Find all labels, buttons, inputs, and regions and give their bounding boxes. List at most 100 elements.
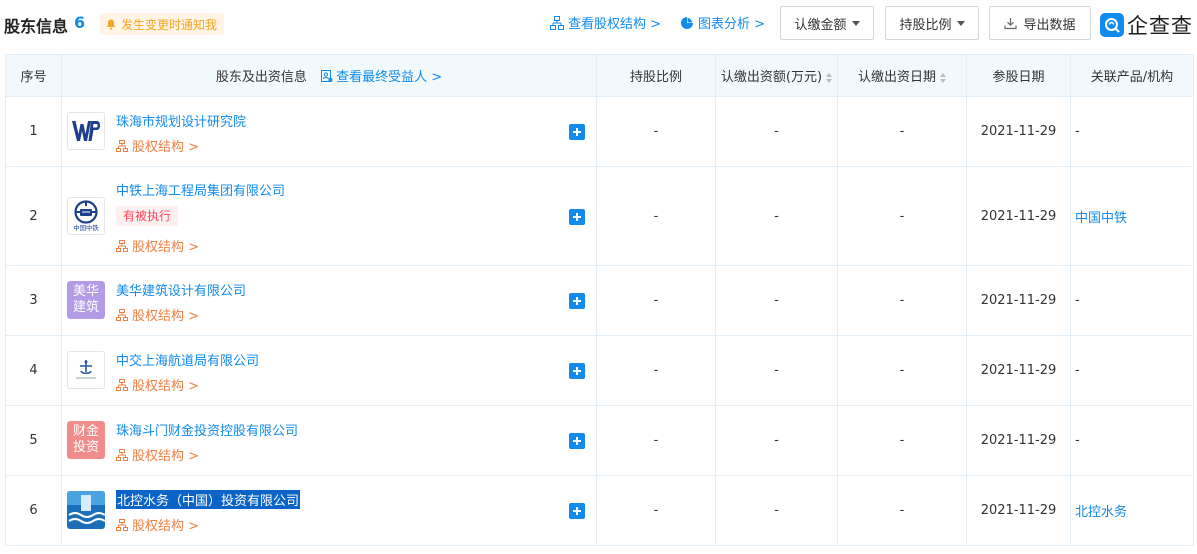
export-label: 导出数据 — [1023, 17, 1076, 33]
equity-structure-link[interactable]: 股权结构 > — [116, 236, 199, 255]
equity-structure-link[interactable]: 股权结构 > — [116, 515, 199, 534]
expand-button[interactable] — [569, 503, 585, 519]
company-logo: 中国中铁 — [67, 197, 105, 235]
qichacha-logo: 企查查 — [1100, 10, 1193, 40]
row-index: 1 — [5, 96, 62, 167]
company-name-link[interactable]: 中铁上海工程局集团有限公司 — [116, 180, 285, 199]
company-logo-caption: 中国中铁 — [73, 224, 99, 232]
company-name-link[interactable]: 中交上海航道局有限公司 — [116, 350, 259, 369]
export-button[interactable]: 导出数据 — [989, 6, 1091, 40]
shareholder-info-cell: 财金 投资 珠海斗门财金投资控股有限公司 股权结构 > — [61, 405, 597, 476]
table-row: 1 珠海市规划设计研究院 股权结构 > - - - 2021-11-29 - — [5, 96, 1194, 167]
col-join-date: 参股日期 — [966, 54, 1071, 97]
date-cell: - — [837, 405, 967, 476]
expand-button[interactable] — [569, 124, 585, 140]
text-logo-line2: 投资 — [72, 440, 99, 455]
company-name-link[interactable]: 美华建筑设计有限公司 — [116, 280, 246, 299]
shareholder-info-cell: 中交上海航道局有限公司 股权结构 > — [61, 335, 597, 406]
row-index: 3 — [5, 265, 62, 336]
expand-button[interactable] — [569, 293, 585, 309]
join-date-cell: 2021-11-29 — [966, 405, 1071, 476]
join-date-cell: 2021-11-29 — [966, 166, 1071, 266]
ratio-cell: - — [596, 475, 716, 546]
expand-button[interactable] — [569, 209, 585, 225]
related-cell: - — [1070, 265, 1194, 336]
chart-analysis-link[interactable]: 图表分析 > — [680, 13, 765, 32]
related-cell: - — [1070, 405, 1194, 476]
equity-structure-link[interactable]: 股权结构 > — [116, 136, 199, 155]
date-cell: - — [837, 475, 967, 546]
status-badge[interactable]: 有被执行 — [116, 206, 179, 226]
equity-structure-link[interactable]: 股权结构 > — [116, 445, 199, 464]
col-index: 序号 — [5, 54, 62, 97]
table-header-row: 序号 股东及出资信息 查看最终受益人 > 持股比例 认缴出资额(万元) 认缴出资… — [5, 54, 1194, 97]
col-amount[interactable]: 认缴出资额(万元) — [715, 54, 838, 97]
col-related: 关联产品/机构 — [1070, 54, 1194, 97]
related-link[interactable]: 北控水务 — [1075, 505, 1127, 520]
shareholder-info-cell: 珠海市规划设计研究院 股权结构 > — [61, 96, 597, 167]
col-date-label: 认缴出资日期 — [857, 70, 936, 85]
view-equity-structure-link[interactable]: 查看股权结构 > — [550, 13, 661, 32]
amount-cell: - — [715, 265, 838, 336]
amount-dropdown[interactable]: 认缴金额 — [780, 6, 874, 40]
related-link[interactable]: 中国中铁 — [1075, 211, 1127, 226]
equity-structure-label: 股权结构 > — [132, 449, 200, 464]
structure-icon — [116, 308, 128, 321]
sort-icon[interactable] — [940, 72, 946, 83]
ratio-dropdown[interactable]: 持股比例 — [885, 6, 979, 40]
company-logo — [67, 351, 105, 389]
row-index: 5 — [5, 405, 62, 476]
ratio-cell: - — [596, 405, 716, 476]
amount-cell: - — [715, 405, 838, 476]
text-logo-line1: 美华 — [72, 284, 99, 299]
col-date[interactable]: 认缴出资日期 — [837, 54, 967, 97]
sort-icon[interactable] — [826, 72, 833, 83]
download-icon — [1004, 17, 1018, 29]
equity-structure-link[interactable]: 股权结构 > — [116, 305, 199, 324]
join-date-cell: 2021-11-29 — [966, 265, 1071, 336]
text-logo: 美华 建筑 — [67, 281, 105, 319]
related-cell: 北控水务 — [1070, 475, 1194, 546]
equity-structure-label: 股权结构 > — [132, 519, 200, 534]
company-logo — [67, 491, 105, 529]
amount-dropdown-label: 认缴金额 — [794, 17, 847, 33]
join-date-cell: 2021-11-29 — [966, 96, 1071, 167]
date-cell: - — [837, 96, 967, 167]
row-index: 2 — [5, 166, 62, 266]
equity-structure-link[interactable]: 股权结构 > — [116, 375, 199, 394]
col-info-label: 股东及出资信息 — [215, 70, 307, 85]
equity-structure-label: 股权结构 > — [132, 140, 200, 155]
expand-button[interactable] — [569, 363, 585, 379]
structure-icon — [116, 518, 128, 531]
text-logo-line2: 建筑 — [72, 300, 99, 315]
pie-chart-icon — [681, 16, 693, 29]
beneficiary-icon — [321, 70, 333, 82]
section-title: 股东信息 — [4, 17, 69, 36]
shareholder-info-cell: 美华 建筑 美华建筑设计有限公司 股权结构 > — [61, 265, 597, 336]
row-index: 4 — [5, 335, 62, 406]
shareholder-table: 序号 股东及出资信息 查看最终受益人 > 持股比例 认缴出资额(万元) 认缴出资… — [5, 54, 1194, 546]
text-logo: 财金 投资 — [67, 421, 105, 459]
equity-structure-label: 股权结构 > — [132, 309, 200, 324]
related-cell: - — [1070, 335, 1194, 406]
join-date-cell: 2021-11-29 — [966, 335, 1071, 406]
view-beneficiary-link[interactable]: 查看最终受益人 > — [321, 70, 442, 85]
chevron-down-icon — [851, 20, 860, 26]
expand-button[interactable] — [569, 433, 585, 449]
change-notify-button[interactable]: 发生变更时通知我 — [100, 13, 225, 35]
company-name-link[interactable]: 珠海市规划设计研究院 — [116, 111, 246, 130]
table-row: 3 美华 建筑 美华建筑设计有限公司 股权结构 > - - - 2021-11-… — [5, 265, 1194, 336]
related-cell: 中国中铁 — [1070, 166, 1194, 266]
structure-icon — [116, 239, 128, 252]
company-name-link[interactable]: 北控水务（中国）投资有限公司 — [116, 490, 301, 509]
view-beneficiary-label: 查看最终受益人 > — [336, 70, 443, 85]
text-logo-line1: 财金 — [72, 424, 99, 439]
ratio-cell: - — [596, 335, 716, 406]
shareholder-count: 6 — [74, 13, 86, 32]
structure-icon — [116, 139, 128, 152]
chart-analysis-label: 图表分析 > — [698, 17, 766, 32]
equity-structure-label: 股权结构 > — [132, 240, 200, 255]
company-name-link[interactable]: 珠海斗门财金投资控股有限公司 — [116, 420, 298, 439]
col-amount-label: 认缴出资额(万元) — [720, 70, 823, 85]
col-info: 股东及出资信息 查看最终受益人 > — [61, 54, 597, 97]
